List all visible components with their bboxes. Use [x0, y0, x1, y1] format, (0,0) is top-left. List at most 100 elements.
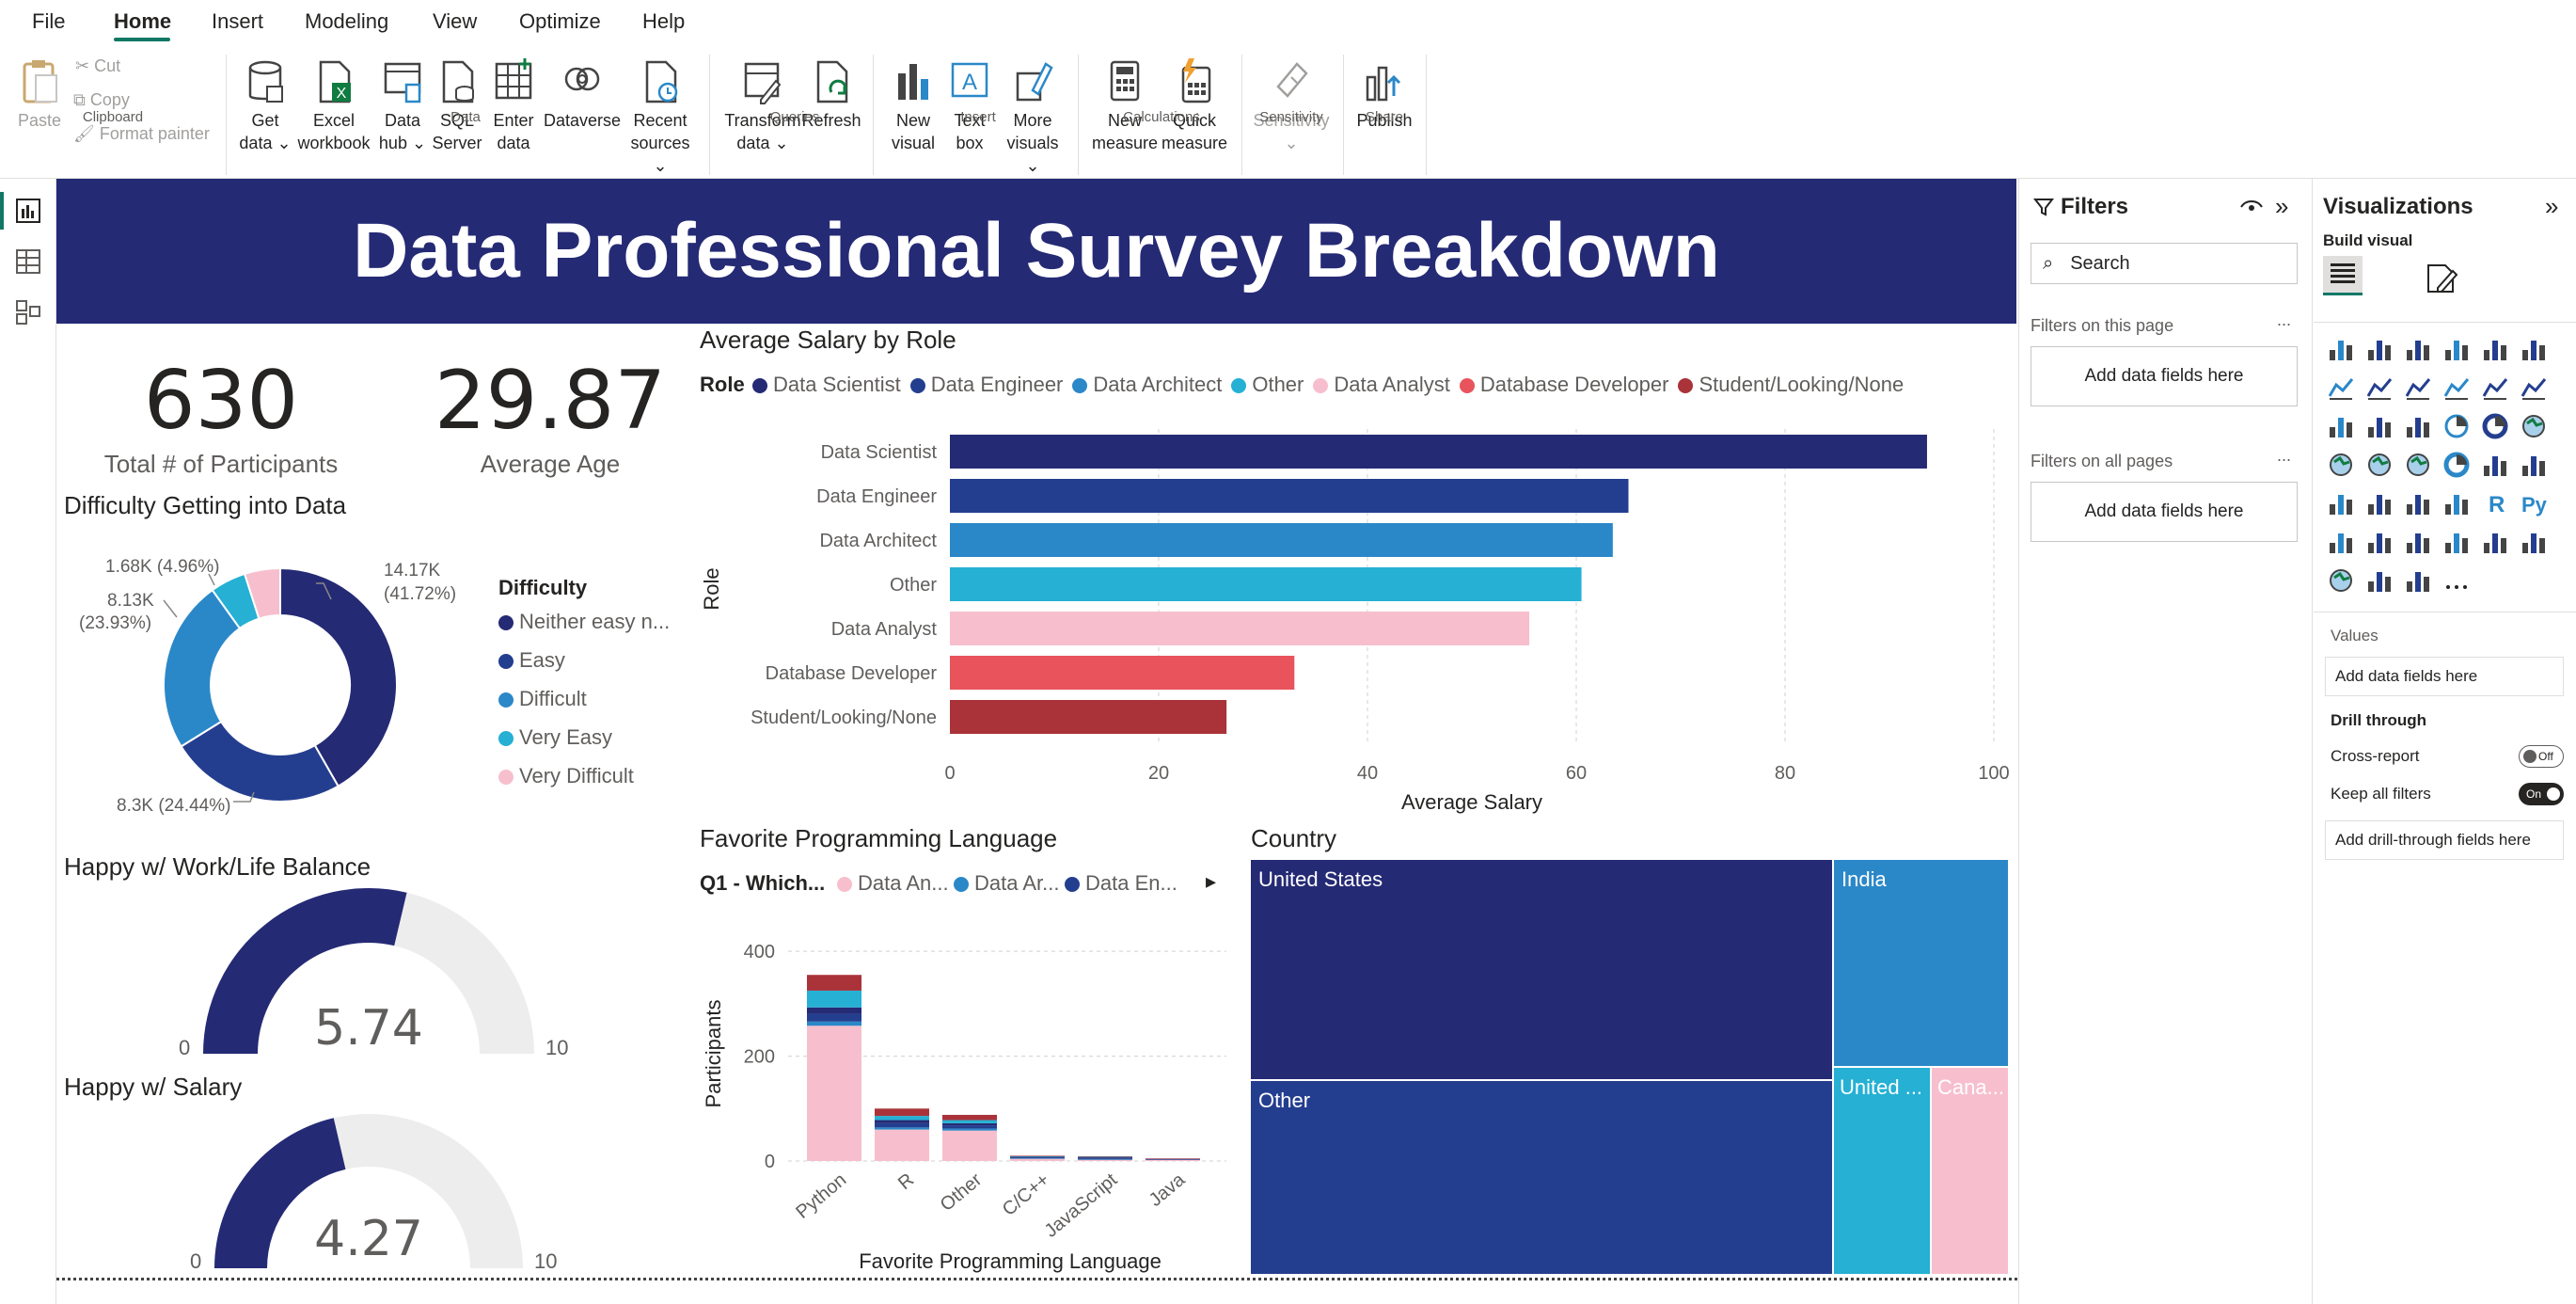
salary-bar[interactable] — [950, 567, 1582, 601]
language-bar-segment[interactable] — [1078, 1158, 1132, 1160]
salary-bar[interactable] — [950, 479, 1629, 513]
treemap-cell-canada[interactable]: Cana... — [1932, 1068, 2008, 1274]
enter-data-button[interactable]: Enter data — [487, 58, 540, 154]
format-visual-icon[interactable] — [2423, 262, 2460, 295]
filters-search-input[interactable]: ⌕ Search — [2031, 243, 2298, 284]
language-bar-segment[interactable] — [1078, 1157, 1132, 1159]
treemap-icon[interactable] — [2520, 412, 2548, 440]
filters-all-more-icon[interactable]: ... — [2277, 446, 2291, 466]
language-bar-segment[interactable] — [807, 990, 861, 1008]
line-clustered-icon[interactable] — [2481, 374, 2509, 402]
language-bar-segment[interactable] — [1010, 1157, 1065, 1159]
legend-item-role[interactable]: Data Analyst — [1313, 373, 1450, 396]
language-bar-segment[interactable] — [875, 1108, 929, 1117]
legend-next-arrow-icon[interactable]: ▸ — [1206, 869, 1216, 894]
salary-bar[interactable] — [950, 612, 1530, 645]
sql-server-button[interactable]: SQL Server — [431, 58, 483, 154]
language-bar-segment[interactable] — [875, 1120, 929, 1123]
salary-bar[interactable] — [950, 523, 1613, 557]
python-visual-icon[interactable]: Py — [2520, 489, 2548, 517]
language-bar-segment[interactable] — [942, 1125, 997, 1129]
values-drop-zone[interactable]: Add data fields here — [2325, 657, 2564, 696]
dataverse-button[interactable]: Dataverse — [542, 58, 623, 132]
donut-icon[interactable] — [2481, 412, 2509, 440]
menu-optimize[interactable]: Optimize — [519, 9, 601, 34]
keep-filters-toggle[interactable]: On — [2519, 783, 2564, 805]
filters-page-more-icon[interactable]: ... — [2277, 310, 2291, 330]
legend-item-role[interactable]: Data Engineer — [909, 373, 1063, 396]
language-bar-segment[interactable] — [875, 1122, 929, 1128]
new-visual-button[interactable]: New visual — [882, 58, 944, 154]
legend-item-easy[interactable]: Easy — [498, 648, 565, 673]
legend-item-role[interactable]: Other — [1231, 373, 1304, 396]
legend-item-role[interactable]: Database Developer — [1459, 373, 1668, 396]
collapse-viz-icon[interactable]: » — [2545, 192, 2558, 221]
menu-view[interactable]: View — [433, 9, 477, 34]
sensitivity-button[interactable]: Sensitivity ⌄ — [1251, 58, 1332, 154]
excel-workbook-button[interactable]: X Excel workbook — [293, 58, 374, 154]
stacked-column-icon[interactable] — [2365, 335, 2394, 363]
gauge-icon[interactable] — [2442, 451, 2471, 479]
language-stacked-chart[interactable]: 0 200 400 Python R Other C/C++JavaScript Java Fa… — [700, 903, 1245, 1280]
r-visual-icon[interactable]: R — [2481, 489, 2509, 517]
menu-help[interactable]: Help — [642, 9, 685, 34]
map-icon[interactable] — [2327, 451, 2355, 479]
build-visual-tab[interactable] — [2323, 256, 2363, 295]
filled-map-icon[interactable] — [2365, 451, 2394, 479]
language-bar-segment[interactable] — [1078, 1155, 1132, 1157]
language-bar-segment[interactable] — [942, 1130, 997, 1161]
card-icon[interactable] — [2481, 451, 2509, 479]
cross-report-toggle[interactable]: Off — [2519, 745, 2564, 768]
drill-through-drop-zone[interactable]: Add drill-through fields here — [2325, 820, 2564, 860]
treemap-cell-other[interactable]: Other — [1251, 1081, 1832, 1274]
language-bar-segment[interactable] — [875, 1129, 929, 1161]
legend-item-difficult[interactable]: Difficult — [498, 687, 587, 711]
arcgis-icon[interactable] — [2327, 566, 2355, 595]
scatter-icon[interactable] — [2404, 412, 2432, 440]
slicer-icon[interactable] — [2365, 489, 2394, 517]
transform-data-button[interactable]: Transform data ⌄ — [722, 58, 803, 154]
filters-all-drop-zone[interactable]: Add data fields here — [2031, 482, 2298, 542]
salary-bar-chart[interactable]: 0 20 40 60 80 100 Data Scientist Data Engineer D… — [700, 414, 2016, 828]
language-bar-segment[interactable] — [1146, 1158, 1200, 1160]
language-bar-segment[interactable] — [1010, 1158, 1065, 1159]
language-bar-segment[interactable] — [875, 1116, 929, 1121]
azure-map-icon[interactable] — [2404, 451, 2432, 479]
work-life-gauge[interactable]: 0 10 5.74 — [141, 883, 593, 1061]
menu-insert[interactable]: Insert — [212, 9, 263, 34]
legend-item-very-difficult[interactable]: Very Difficult — [498, 764, 634, 788]
stacked-area-icon[interactable] — [2404, 374, 2432, 402]
language-bar-segment[interactable] — [1146, 1158, 1200, 1159]
data-hub-button[interactable]: Data hub ⌄ — [374, 58, 431, 154]
language-bar-segment[interactable] — [1010, 1155, 1065, 1157]
table-view-icon[interactable] — [15, 248, 41, 275]
funnel-icon[interactable] — [2365, 412, 2394, 440]
100-bar-icon[interactable] — [2481, 335, 2509, 363]
donut-slice[interactable] — [180, 720, 340, 803]
salary-bar[interactable] — [950, 435, 1927, 469]
language-bar-segment[interactable] — [807, 1013, 861, 1022]
legend-item-role[interactable]: Data Architect — [1072, 373, 1222, 396]
language-bar-segment[interactable] — [942, 1120, 997, 1123]
salary-bar[interactable] — [950, 700, 1227, 734]
paginated-icon[interactable] — [2520, 528, 2548, 556]
format-painter-button[interactable]: 🖌 Format painter — [73, 124, 210, 144]
clustered-column-icon[interactable] — [2442, 335, 2471, 363]
eye-icon[interactable] — [2239, 198, 2264, 216]
language-bar-segment[interactable] — [1146, 1159, 1200, 1161]
model-view-icon[interactable] — [15, 299, 41, 326]
legend-item-data-analyst[interactable]: Data An... — [837, 871, 949, 896]
language-bar-segment[interactable] — [807, 1021, 861, 1026]
kpi-icon[interactable] — [2327, 489, 2355, 517]
line-chart-icon[interactable] — [2327, 374, 2355, 402]
filters-page-drop-zone[interactable]: Add data fields here — [2031, 346, 2298, 406]
language-bar-segment[interactable] — [942, 1114, 997, 1121]
decomposition-tree-icon[interactable] — [2365, 528, 2394, 556]
legend-item-data-architect[interactable]: Data Ar... — [954, 871, 1060, 896]
menu-file[interactable]: File — [32, 9, 65, 34]
qa-icon[interactable] — [2404, 528, 2432, 556]
100-column-icon[interactable] — [2520, 335, 2548, 363]
line-column-icon[interactable] — [2442, 374, 2471, 402]
cut-button[interactable]: ✂ Cut — [75, 56, 120, 76]
language-bar-segment[interactable] — [807, 1026, 861, 1161]
